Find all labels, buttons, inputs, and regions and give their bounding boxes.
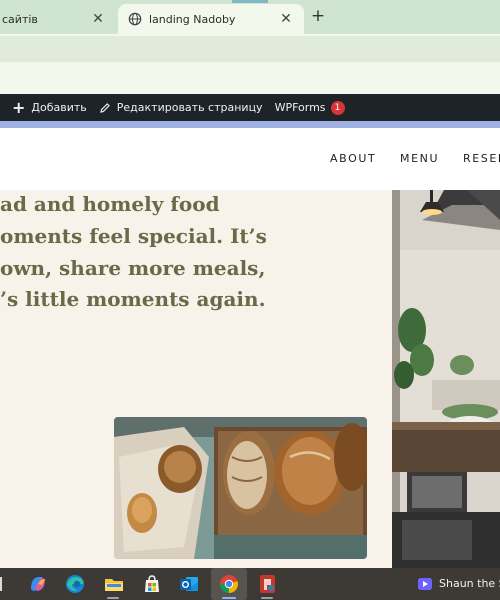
copilot-icon[interactable] [27,573,49,595]
media-title: Shaun the Sl [439,577,500,590]
hero-text-line: ’s little moments again. [0,287,266,311]
media-notification[interactable]: Shaun the Sl [418,577,500,590]
globe-icon [128,12,142,26]
windows-taskbar: Shaun the Sl [0,568,500,600]
edge-icon[interactable] [64,573,86,595]
hero-text-line: oments feel special. It’s [0,224,267,248]
tab-previous[interactable]: сайтів ✕ [0,4,118,34]
edit-page-label: Редактировать страницу [116,101,263,114]
close-icon[interactable]: ✕ [90,11,106,27]
notification-badge: 1 [330,100,345,115]
nav-reservations[interactable]: RESER [463,152,500,165]
site-header: ABOUT MENU RESER [0,128,500,190]
outlook-icon[interactable] [178,573,200,595]
plus-icon: + [12,97,26,117]
address-bar[interactable] [0,36,500,62]
wp-admin-bar: + Добавить Редактировать страницу WPForm… [0,94,500,121]
chrome-icon[interactable] [218,573,240,595]
running-indicator [261,597,273,599]
new-tab-button[interactable]: + [309,6,327,26]
microsoft-store-icon[interactable] [141,573,163,595]
nav-about[interactable]: ABOUT [330,152,376,165]
cafe-interior-photo [392,190,500,568]
browser-toolbar [0,34,500,94]
tab-previous-title: сайтів [2,12,38,26]
add-new-label: Добавить [31,101,87,114]
tab-landing-nadoby[interactable]: landing Nadoby ✕ [118,4,304,34]
hero-text-line: own, share more meals, [0,256,266,280]
browser-tab-strip: сайтів ✕ landing Nadoby ✕ + [0,0,500,34]
hero-text-line: ad and homely food [0,192,220,216]
taskbar-partial-icon[interactable] [0,573,20,595]
app-icon[interactable] [257,573,279,595]
admin-bar-accent [0,121,500,128]
bread-photo [114,417,367,559]
hero-section: ad and homely food oments feel special. … [0,190,392,568]
pencil-icon [99,102,110,113]
file-explorer-icon[interactable] [103,573,125,595]
active-indicator [222,597,236,599]
wpforms-label: WPForms [274,101,326,114]
media-play-icon [418,577,432,590]
tab-active-title: landing Nadoby [149,12,236,26]
nav-menu[interactable]: MENU [400,152,439,165]
wpforms-menu[interactable]: WPForms 1 [274,100,345,115]
add-new-button[interactable]: + Добавить [12,97,87,117]
tab-strip-accent [232,0,268,3]
edit-page-button[interactable]: Редактировать страницу [99,101,263,114]
running-indicator [107,597,119,599]
close-icon[interactable]: ✕ [278,11,294,27]
